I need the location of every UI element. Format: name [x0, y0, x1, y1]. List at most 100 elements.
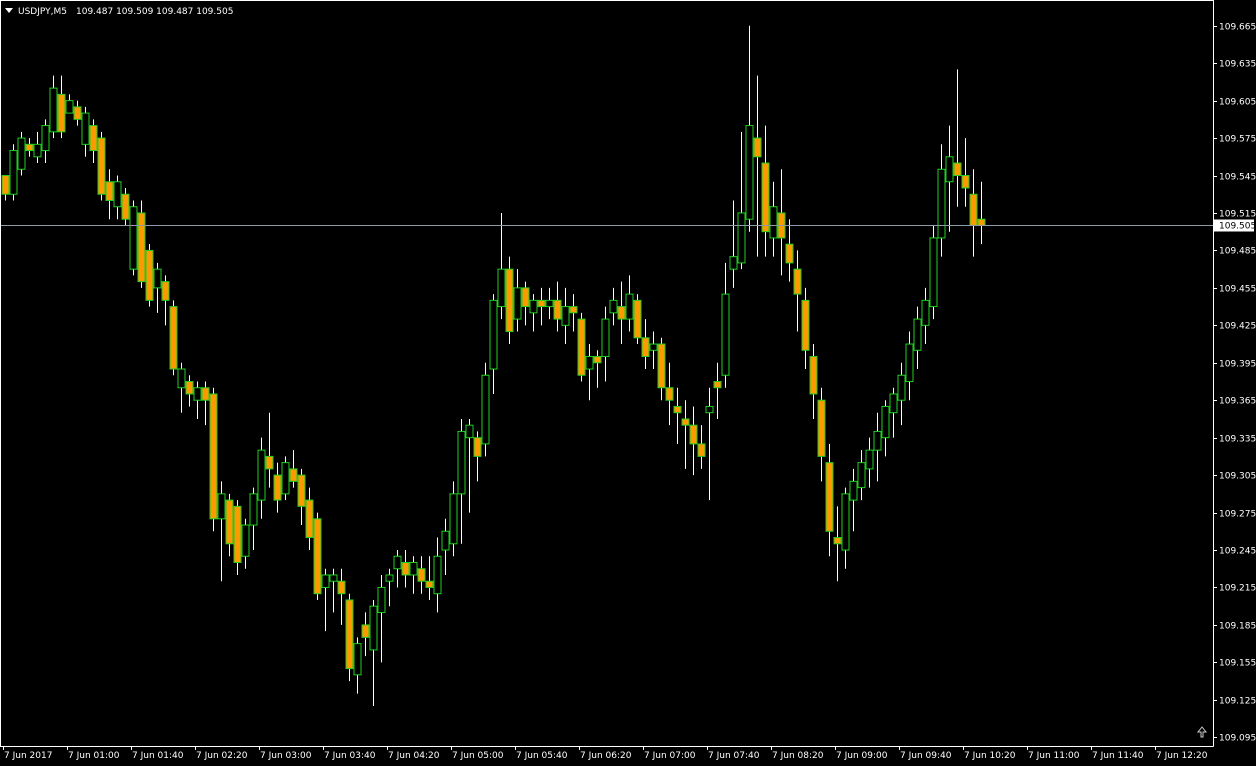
bull-candle-body: [873, 430, 882, 451]
bear-candle-body: [265, 455, 274, 470]
bear-candle-body: [537, 299, 546, 308]
chart-header: USDJPY,M5 109.487 109.509 109.487 109.50…: [5, 7, 233, 17]
bull-candle-body: [465, 424, 474, 439]
bull-candle-body: [153, 268, 162, 289]
bear-candle-body: [297, 474, 306, 507]
bull-candle-body: [905, 343, 914, 382]
candle: [97, 131, 106, 201]
price-tick-label: 109.485: [1219, 247, 1256, 257]
bear-candle-body: [25, 143, 34, 152]
bull-candle-body: [49, 87, 58, 133]
bear-candle-body: [137, 212, 146, 283]
price-tick-label: 109.395: [1219, 360, 1256, 370]
bear-candle-body: [337, 580, 346, 595]
candlestick-chart[interactable]: 109.505 109.665 109.635 109.605 109.575 109.…: [0, 0, 1256, 766]
bull-candle-body: [129, 206, 138, 270]
bull-candle-body: [385, 574, 394, 582]
bear-candle-body: [273, 474, 282, 501]
bear-candle-body: [801, 299, 810, 351]
bull-candle-body: [9, 150, 18, 195]
bear-candle-body: [105, 181, 114, 201]
bull-candle-body: [33, 143, 42, 158]
bear-candle-body: [201, 387, 210, 401]
bull-candle-body: [841, 493, 850, 551]
bull-candle-body: [625, 293, 634, 320]
bull-candle-body: [393, 555, 402, 570]
bear-candle-body: [809, 356, 818, 395]
bear-candle-body: [969, 193, 978, 226]
bull-candle-body: [609, 299, 618, 314]
bear-candle-body: [401, 561, 410, 576]
candle: [137, 200, 146, 288]
time-tick-label: 7 Jun 10:20: [964, 751, 1016, 761]
bear-candle-body: [521, 287, 530, 308]
time-tick-label: 7 Jun 07:00: [644, 751, 696, 761]
bear-candle-body: [361, 624, 370, 638]
bear-candle-body: [689, 424, 698, 445]
bull-candle-body: [745, 125, 754, 220]
time-tick-label: 7 Jun 07:40: [708, 751, 760, 761]
price-tick-label: 109.665: [1219, 23, 1256, 33]
time-tick-label: 7 Jun 2017: [4, 751, 52, 761]
bear-candle-body: [665, 387, 674, 401]
time-tick-label: 7 Jun 01:00: [68, 751, 120, 761]
bull-candle-body: [585, 356, 594, 370]
bear-candle-body: [233, 505, 242, 563]
bull-candle-body: [769, 206, 778, 239]
bull-candle-body: [177, 368, 186, 389]
bear-candle-body: [417, 568, 426, 582]
bull-candle-body: [17, 137, 26, 170]
bear-candle-body: [89, 125, 98, 152]
bull-candle-body: [929, 237, 938, 308]
bull-candle-body: [81, 112, 90, 145]
time-tick-label: 7 Jun 01:40: [132, 751, 184, 761]
bull-candle-body: [529, 299, 538, 314]
bull-candle-body: [561, 306, 570, 326]
bull-candle-body: [217, 493, 226, 520]
bear-candle-body: [817, 399, 826, 457]
price-tick-label: 109.365: [1219, 397, 1256, 407]
bear-candle-body: [145, 249, 154, 301]
chart-window[interactable]: 109.505 109.665 109.635 109.605 109.575 109.…: [0, 0, 1256, 766]
bear-candle-body: [793, 268, 802, 295]
price-tick-label: 109.155: [1219, 659, 1256, 669]
bear-candle-body: [505, 268, 514, 333]
candle: [313, 512, 322, 600]
time-tick-label: 7 Jun 11:00: [1028, 751, 1080, 761]
bull-candle-body: [329, 574, 338, 582]
price-tick-label: 109.605: [1219, 98, 1256, 108]
bear-candle-body: [209, 393, 218, 520]
bull-candle-body: [65, 100, 74, 114]
bull-candle-body: [241, 524, 250, 557]
bull-candle-body: [489, 299, 498, 370]
bull-candle-body: [281, 462, 290, 495]
bear-candle-body: [673, 405, 682, 414]
bull-candle-body: [41, 125, 50, 152]
bear-candle-body: [305, 499, 314, 539]
bear-candle-body: [169, 306, 178, 370]
bull-candle-body: [321, 574, 330, 588]
price-tick-label: 109.245: [1219, 547, 1256, 557]
bull-candle-body: [729, 256, 738, 270]
bull-candle-body: [113, 181, 122, 208]
bear-candle-body: [577, 318, 586, 376]
bear-candle-body: [825, 462, 834, 532]
price-tick-label: 109.575: [1219, 135, 1256, 145]
price-tick-label: 109.455: [1219, 285, 1256, 295]
time-tick-label: 7 Jun 11:40: [1092, 751, 1144, 761]
bull-candle-body: [913, 318, 922, 351]
bear-candle-body: [977, 218, 986, 226]
bull-candle-body: [601, 318, 610, 358]
bull-candle-body: [497, 268, 506, 308]
time-tick-label: 7 Jun 09:00: [836, 751, 888, 761]
bull-candle-body: [513, 287, 522, 320]
bull-candle-body: [881, 405, 890, 439]
bear-candle-body: [657, 343, 666, 389]
bull-candle-body: [369, 605, 378, 651]
price-tick-label: 109.425: [1219, 322, 1256, 332]
time-tick-label: 7 Jun 06:20: [580, 751, 632, 761]
candle: [345, 593, 354, 682]
bear-candle-body: [185, 380, 194, 395]
bear-candle-body: [833, 537, 842, 545]
bull-candle-body: [865, 449, 874, 470]
